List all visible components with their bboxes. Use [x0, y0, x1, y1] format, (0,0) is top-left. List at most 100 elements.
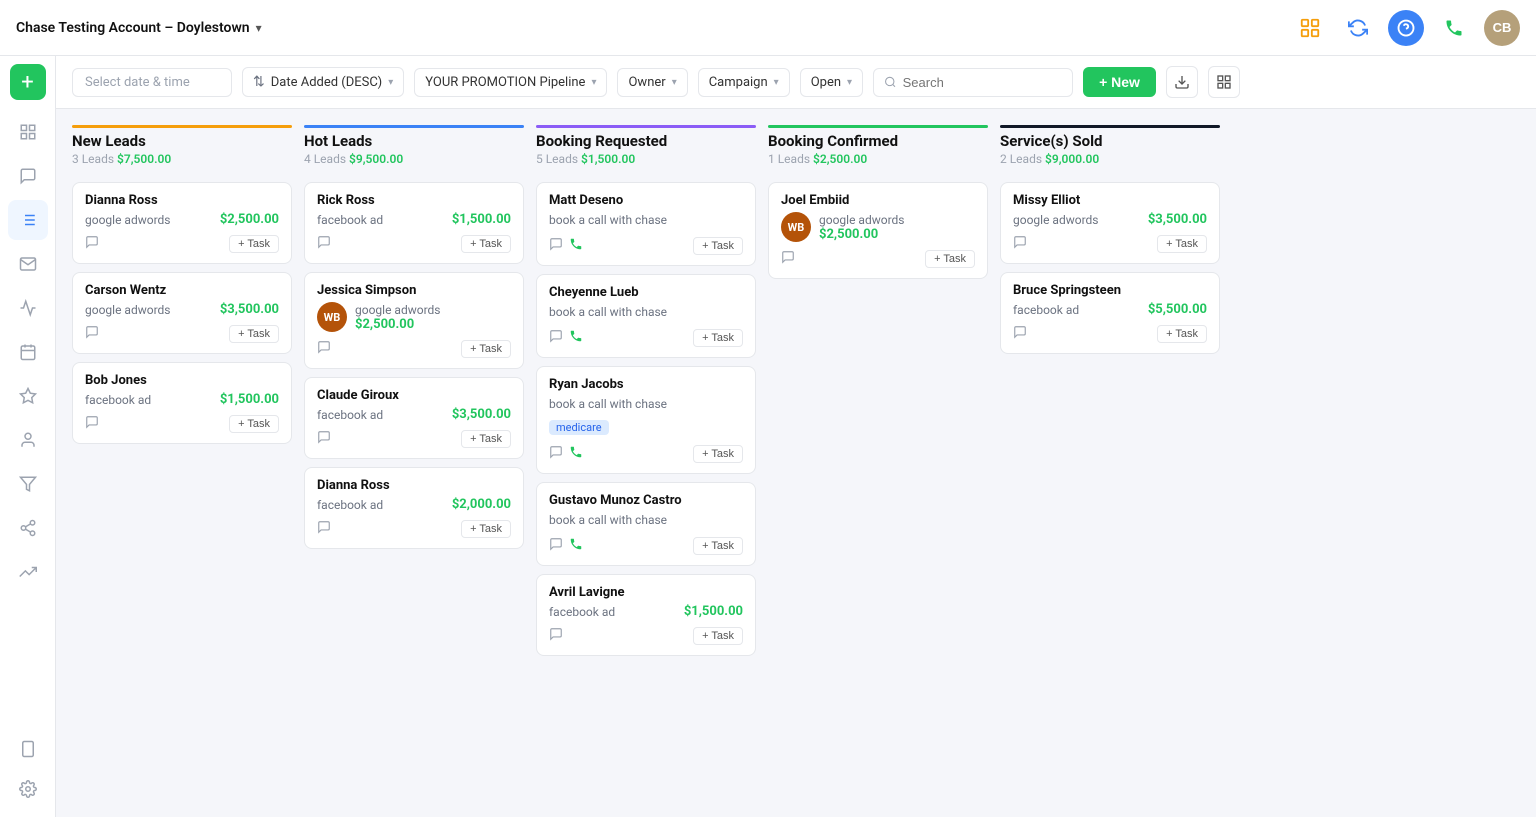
kanban-card[interactable]: Bob Jonesfacebook ad$1,500.00+ Task — [72, 362, 292, 444]
add-task-button[interactable]: + Task — [461, 430, 511, 448]
card-footer: + Task — [317, 520, 511, 538]
account-name: Chase Testing Account – Doylestown — [16, 20, 250, 36]
card-source-row: google adwords$3,500.00 — [1013, 212, 1207, 227]
chat-icon[interactable] — [85, 325, 99, 343]
sync-icon[interactable] — [1340, 10, 1376, 46]
chat-icon[interactable] — [1013, 235, 1027, 253]
sidebar-item-workflows[interactable] — [8, 508, 48, 548]
card-source-row: facebook ad$1,500.00 — [317, 212, 511, 227]
chat-icon[interactable] — [85, 235, 99, 253]
chevron-down-icon: ▾ — [774, 77, 779, 88]
add-task-button[interactable]: + Task — [461, 235, 511, 253]
kanban-column: New Leads3 Leads $7,500.00Dianna Rossgoo… — [72, 125, 292, 444]
column-divider — [1000, 125, 1220, 128]
kanban-card[interactable]: Carson Wentzgoogle adwords$3,500.00+ Tas… — [72, 272, 292, 354]
chevron-down-icon: ▾ — [388, 77, 393, 88]
kanban-card[interactable]: Matt Desenobook a call with chase+ Task — [536, 182, 756, 266]
chat-icon[interactable] — [317, 430, 331, 448]
card-source-row: facebook ad$3,500.00 — [317, 407, 511, 422]
chat-icon[interactable] — [549, 627, 563, 645]
sidebar-item-calendar[interactable] — [8, 332, 48, 372]
kanban-card[interactable]: Dianna Rossgoogle adwords$2,500.00+ Task — [72, 182, 292, 264]
chat-icon[interactable] — [549, 537, 563, 555]
user-avatar[interactable]: CB — [1484, 10, 1520, 46]
add-task-button[interactable]: + Task — [693, 627, 743, 645]
sidebar-item-chat[interactable] — [8, 156, 48, 196]
card-source: facebook ad — [317, 408, 383, 422]
sort-select[interactable]: ⇅ Date Added (DESC) ▾ — [242, 67, 404, 97]
sidebar-item-crm[interactable] — [8, 200, 48, 240]
date-picker[interactable]: Select date & time — [72, 68, 232, 97]
chat-icon[interactable] — [317, 340, 331, 358]
phone-icon[interactable] — [569, 237, 583, 255]
card-name: Cheyenne Lueb — [549, 285, 743, 300]
column-divider — [72, 125, 292, 128]
chat-icon[interactable] — [781, 250, 795, 268]
phone-icon[interactable] — [1436, 10, 1472, 46]
new-button[interactable]: + New — [1083, 67, 1156, 97]
campaign-select[interactable]: Campaign ▾ — [698, 68, 790, 97]
top-bar-actions: CB — [1292, 10, 1520, 46]
sidebar-item-analytics[interactable] — [8, 288, 48, 328]
add-task-button[interactable]: + Task — [925, 250, 975, 268]
kanban-card[interactable]: Jessica SimpsonWBgoogle adwords$2,500.00… — [304, 272, 524, 369]
add-task-button[interactable]: + Task — [229, 415, 279, 433]
sidebar-item-filter[interactable] — [8, 464, 48, 504]
card-footer: + Task — [781, 250, 975, 268]
add-task-button[interactable]: + Task — [229, 325, 279, 343]
kanban-card[interactable]: Missy Elliotgoogle adwords$3,500.00+ Tas… — [1000, 182, 1220, 264]
chat-icon[interactable] — [549, 237, 563, 255]
search-input[interactable] — [903, 75, 1062, 90]
download-button[interactable] — [1166, 66, 1198, 98]
view-toggle-button[interactable] — [1208, 66, 1240, 98]
chat-icon[interactable] — [317, 520, 331, 538]
sidebar-item-users[interactable] — [8, 420, 48, 460]
chat-icon[interactable] — [549, 329, 563, 347]
account-selector[interactable]: Chase Testing Account – Doylestown ▾ — [16, 20, 262, 36]
card-amount: $2,500.00 — [355, 317, 511, 332]
add-task-button[interactable]: + Task — [229, 235, 279, 253]
add-task-button[interactable]: + Task — [1157, 235, 1207, 253]
column-header: Booking Confirmed1 Leads $2,500.00 — [768, 125, 988, 174]
add-task-button[interactable]: + Task — [1157, 325, 1207, 343]
sidebar-item-settings[interactable] — [8, 769, 48, 809]
chat-icon[interactable] — [85, 415, 99, 433]
kanban-card[interactable]: Avril Lavignefacebook ad$1,500.00+ Task — [536, 574, 756, 656]
kanban-card[interactable]: Ryan Jacobsbook a call with chasemedicar… — [536, 366, 756, 475]
sidebar-item-trending[interactable] — [8, 552, 48, 592]
card-name: Rick Ross — [317, 193, 511, 208]
open-select[interactable]: Open ▾ — [800, 68, 863, 97]
chat-icon[interactable] — [549, 445, 563, 463]
help-icon[interactable] — [1388, 10, 1424, 46]
column-title: Booking Requested — [536, 132, 756, 150]
kanban-card[interactable]: Dianna Rossfacebook ad$2,000.00+ Task — [304, 467, 524, 549]
add-task-button[interactable]: + Task — [693, 537, 743, 555]
card-source: google adwords — [1013, 213, 1099, 227]
add-task-button[interactable]: + Task — [693, 329, 743, 347]
add-task-button[interactable]: + Task — [461, 340, 511, 358]
notifications-icon[interactable] — [1292, 10, 1328, 46]
kanban-card[interactable]: Gustavo Munoz Castrobook a call with cha… — [536, 482, 756, 566]
chat-icon[interactable] — [317, 235, 331, 253]
sidebar-item-star[interactable] — [8, 376, 48, 416]
kanban-card[interactable]: Joel EmbiidWBgoogle adwords$2,500.00+ Ta… — [768, 182, 988, 279]
sidebar-item-dashboard[interactable] — [8, 112, 48, 152]
kanban-card[interactable]: Claude Girouxfacebook ad$3,500.00+ Task — [304, 377, 524, 459]
phone-icon[interactable] — [569, 537, 583, 555]
sidebar-item-phone[interactable] — [8, 729, 48, 769]
kanban-card[interactable]: Bruce Springsteenfacebook ad$5,500.00+ T… — [1000, 272, 1220, 354]
phone-icon[interactable] — [569, 445, 583, 463]
sidebar-item-email[interactable] — [8, 244, 48, 284]
phone-icon[interactable] — [569, 329, 583, 347]
kanban-card[interactable]: Cheyenne Luebbook a call with chase+ Tas… — [536, 274, 756, 358]
card-footer: + Task — [85, 325, 279, 343]
add-task-button[interactable]: + Task — [693, 237, 743, 255]
search-box[interactable] — [873, 68, 1073, 97]
pipeline-select[interactable]: YOUR PROMOTION Pipeline ▾ — [414, 68, 607, 97]
owner-select[interactable]: Owner ▾ — [617, 68, 687, 97]
add-task-button[interactable]: + Task — [693, 445, 743, 463]
chat-icon[interactable] — [1013, 325, 1027, 343]
add-button[interactable]: + — [10, 64, 46, 100]
add-task-button[interactable]: + Task — [461, 520, 511, 538]
kanban-card[interactable]: Rick Ross facebook ad$1,500.00 + Task — [304, 182, 524, 264]
